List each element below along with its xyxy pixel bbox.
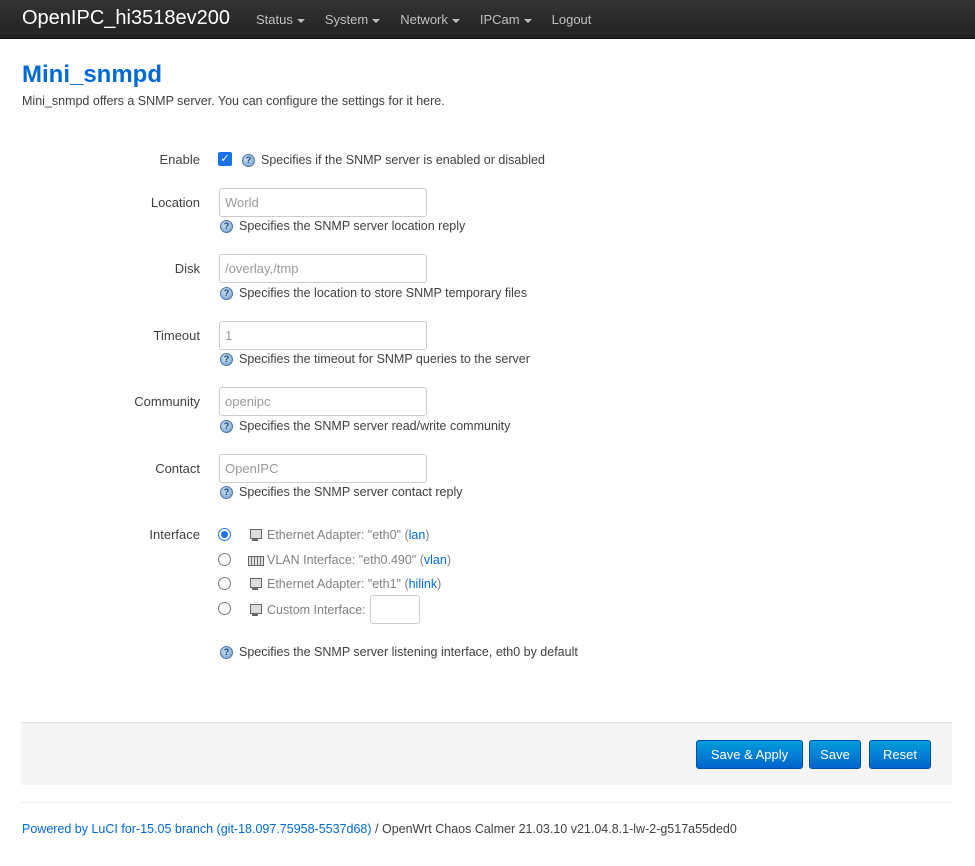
community-label: Community [134,394,200,409]
interface-custom-label: Custom Interface: [267,602,366,617]
form-actions-bar: Save & Apply Save Reset [21,722,952,785]
footer-divider [21,802,952,803]
enable-label: Enable [159,152,200,167]
menu-status-label: Status [256,12,293,27]
timeout-help-text: Specifies the timeout for SNMP queries t… [239,352,530,366]
contact-help: ? Specifies the SNMP server contact repl… [220,485,462,499]
footer: Powered by LuCI for-15.05 branch (git-18… [22,822,737,836]
brand-title[interactable]: OpenIPC_hi3518ev200 [22,6,230,30]
main-menu: Status System Network IPCam Logout [246,0,601,39]
interface-option-eth1[interactable]: Ethernet Adapter: "eth1" (hilink) [248,577,441,591]
interface-eth1-network-link[interactable]: hilink [409,577,438,591]
menu-status[interactable]: Status [246,0,315,39]
help-icon: ? [220,286,233,300]
contact-label: Contact [155,461,200,476]
contact-help-text: Specifies the SNMP server contact reply [239,485,463,499]
ethernet-icon [248,577,262,591]
menu-system-label: System [324,12,369,27]
custom-interface-input[interactable] [369,595,420,624]
help-icon: ? [242,153,255,167]
page-description: Mini_snmpd offers a SNMP server. You can… [22,94,445,108]
timeout-input[interactable] [219,321,427,350]
interface-option-vlan[interactable]: VLAN Interface: "eth0.490" (vlan) [248,553,451,567]
enable-checkbox[interactable]: ✓ [218,152,232,166]
help-icon: ? [220,352,233,366]
interface-radio-eth1[interactable] [218,577,231,590]
location-input[interactable] [219,188,427,217]
interface-option-eth0[interactable]: Ethernet Adapter: "eth0" (lan) [248,528,429,542]
menu-ipcam-label: IPCam [479,12,520,27]
interface-eth1-text: Ethernet Adapter: "eth1" [267,577,401,591]
vlan-icon [248,553,264,567]
help-icon: ? [220,419,233,433]
ethernet-icon [248,603,262,617]
community-help: ? Specifies the SNMP server read/write c… [220,419,510,433]
interface-vlan-text: VLAN Interface: "eth0.490" [267,553,417,567]
interface-help-text: Specifies the SNMP server listening inte… [239,645,578,659]
menu-ipcam[interactable]: IPCam [470,0,542,39]
contact-input[interactable] [219,454,427,483]
community-input[interactable] [219,387,427,416]
interface-eth0-text: Ethernet Adapter: "eth0" [267,528,401,542]
powered-by-link[interactable]: Powered by LuCI for-15.05 branch (git-18… [22,822,372,836]
chevron-down-icon [296,18,305,23]
menu-system[interactable]: System [315,0,390,39]
interface-option-custom[interactable]: Custom Interface: [248,595,420,624]
chevron-down-icon [451,18,460,23]
interface-label: Interface [149,527,200,542]
interface-vlan-network-link[interactable]: vlan [424,553,447,567]
interface-radio-eth0[interactable] [218,528,231,541]
disk-label: Disk [174,261,200,276]
disk-help-text: Specifies the location to store SNMP tem… [239,286,528,300]
disk-input[interactable] [219,254,427,283]
enable-help-text: Specifies if the SNMP server is enabled … [261,153,545,167]
enable-help: ? Specifies if the SNMP server is enable… [242,153,545,167]
chevron-down-icon [372,18,381,23]
menu-network-label: Network [400,12,448,27]
top-navbar: OpenIPC_hi3518ev200 Status System Networ… [0,0,975,39]
help-icon: ? [220,485,233,499]
location-label: Location [150,195,200,210]
timeout-label: Timeout [153,328,200,343]
interface-radio-custom[interactable] [218,602,231,615]
help-icon: ? [220,219,233,233]
menu-logout[interactable]: Logout [542,0,602,39]
menu-network[interactable]: Network [390,0,470,39]
menu-logout-label: Logout [551,12,592,27]
footer-version: / OpenWrt Chaos Calmer 21.03.10 v21.04.8… [371,822,737,836]
interface-radio-vlan[interactable] [218,553,231,566]
reset-button[interactable]: Reset [869,740,931,769]
interface-eth0-network-link[interactable]: lan [409,528,426,542]
chevron-down-icon [523,18,532,23]
disk-help: ? Specifies the location to store SNMP t… [220,286,527,300]
location-help: ? Specifies the SNMP server location rep… [220,219,465,233]
timeout-help: ? Specifies the timeout for SNMP queries… [220,352,530,366]
save-button[interactable]: Save [809,740,861,769]
page-title: Mini_snmpd [22,61,163,88]
community-help-text: Specifies the SNMP server read/write com… [239,419,511,433]
interface-help: ? Specifies the SNMP server listening in… [220,645,578,659]
help-icon: ? [220,645,233,659]
ethernet-icon [248,528,262,542]
save-apply-button[interactable]: Save & Apply [696,740,803,769]
location-help-text: Specifies the SNMP server location reply [239,219,466,233]
